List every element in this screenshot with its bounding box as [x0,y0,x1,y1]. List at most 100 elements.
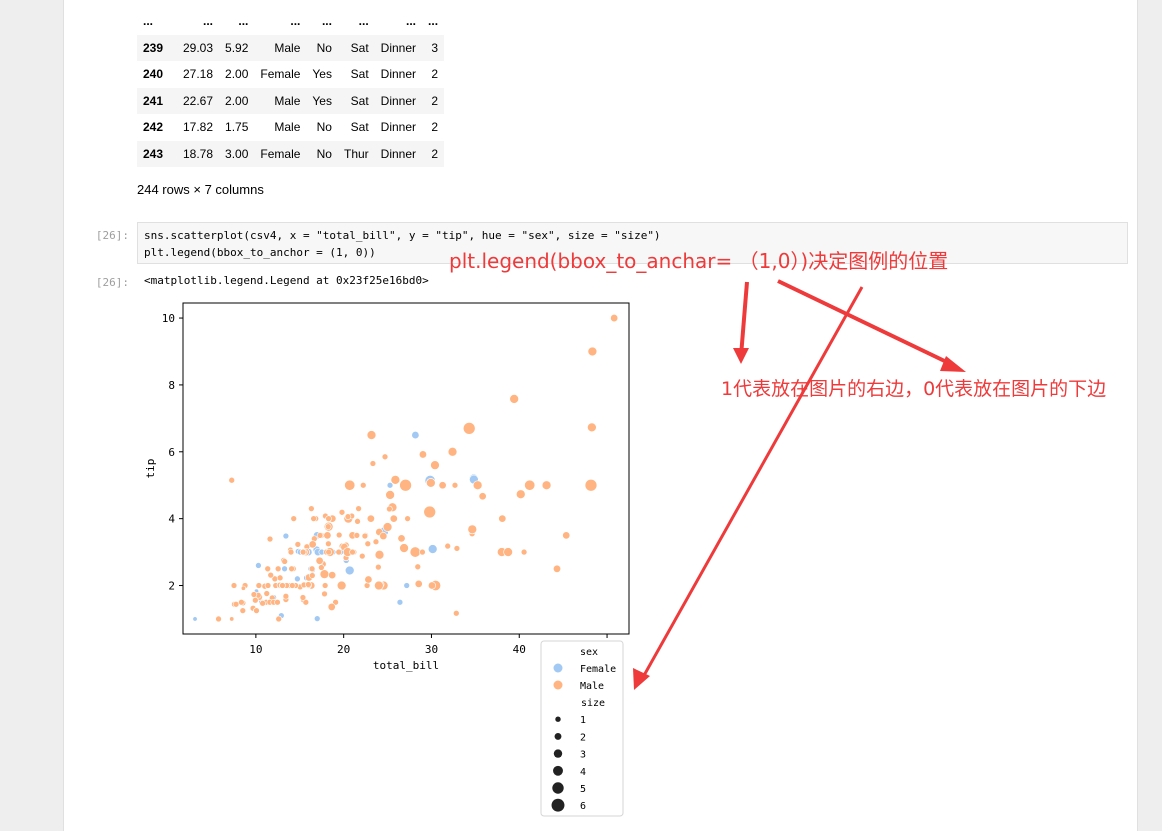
arrow-down-head [733,348,749,364]
data-point-male [238,598,245,606]
data-point-male [515,489,526,499]
data-point-male [397,534,406,543]
data-point-male [344,513,352,520]
data-point-female [403,582,410,589]
data-point-male [364,575,373,584]
data-point-male [319,569,330,579]
data-point-male [359,552,366,560]
data-point-male [228,476,235,484]
data-point-male [354,518,361,525]
data-point-male [453,610,460,617]
data-point-male [325,515,332,522]
scatter-chart: 1020304050246810total_billtip sexFemaleM… [144,279,966,817]
x-axis-label: total_bill [373,659,439,672]
data-point-male [315,556,324,565]
arrow-down [739,281,749,357]
data-point-male [426,478,436,488]
data-point-male [389,514,398,523]
data-point-male [361,532,369,540]
data-point-male [498,514,507,523]
data-point-male [423,505,436,519]
data-point-female [313,615,321,622]
data-point-male [438,481,447,490]
data-point-male [414,563,422,571]
data-point-male [309,572,316,579]
legend-size-label: 5 [580,784,586,795]
data-point-female [255,562,262,569]
legend-size-label: 2 [580,732,586,743]
data-point-male [318,564,325,571]
data-point-male [290,515,297,522]
data-point-male [369,460,377,467]
data-point-male [553,564,562,573]
arrow-legend [640,286,864,680]
data-point-male [335,531,343,539]
data-point-male [418,450,427,459]
data-point-male [267,571,274,579]
data-point-male [478,492,487,501]
legend-size-label: 3 [580,750,586,761]
data-point-male [328,571,337,580]
data-point-male [266,535,274,543]
data-point-male [232,600,240,608]
data-point-male [451,481,459,489]
data-point-male [282,592,290,600]
data-point-male [299,594,307,601]
data-point-male [386,505,393,513]
data-point-male [399,478,412,492]
data-point-male [382,522,393,532]
data-point-male [327,602,336,611]
legend-size-marker [554,732,562,740]
data-point-male [274,598,281,606]
data-point-female [344,565,355,576]
legend-label: Male [580,681,604,692]
data-point-male [409,546,421,558]
data-point-male [264,565,271,573]
data-point-male [364,540,372,547]
data-point-male [274,565,282,573]
legend-size-label: 1 [580,715,586,726]
data-point-female [282,532,290,540]
data-point-male [299,548,307,556]
data-point-male [324,523,332,530]
legend-title-hue: sex [580,647,598,658]
data-point-male [305,581,312,588]
data-point-male [366,430,377,440]
y-tick-label: 10 [162,312,175,325]
data-point-male [467,524,478,535]
arrow-right [777,279,956,368]
data-point-male [288,565,295,573]
y-tick-label: 6 [168,446,175,459]
data-point-male [520,548,528,556]
data-point-female [427,544,438,554]
data-point-male [275,615,282,623]
data-point-male [414,579,423,588]
data-point-male [308,505,315,512]
legend-marker [553,663,563,673]
data-point-male [321,582,329,589]
data-point-male [264,582,272,589]
data-point-male [325,548,332,556]
data-point-male [321,590,328,598]
data-point-male [427,581,436,590]
x-tick-label: 20 [337,643,350,656]
data-point-male [239,607,247,614]
data-point-female [281,565,288,573]
data-point-male [372,538,380,545]
legend-size-marker [551,798,565,812]
x-tick-label: 40 [513,643,526,656]
data-point-male [289,582,296,589]
data-point-male [229,616,235,622]
data-point-male [230,582,238,589]
data-point-male [381,453,389,461]
data-point-male [462,422,476,435]
legend-size-marker [553,749,563,758]
y-tick-label: 8 [168,379,175,392]
data-point-male [610,314,619,323]
x-tick-label: 10 [249,643,262,656]
data-point-male [250,591,258,598]
data-point-male [338,509,346,516]
data-point-male [584,478,598,492]
data-point-male [355,505,362,512]
data-point-male [294,541,302,548]
